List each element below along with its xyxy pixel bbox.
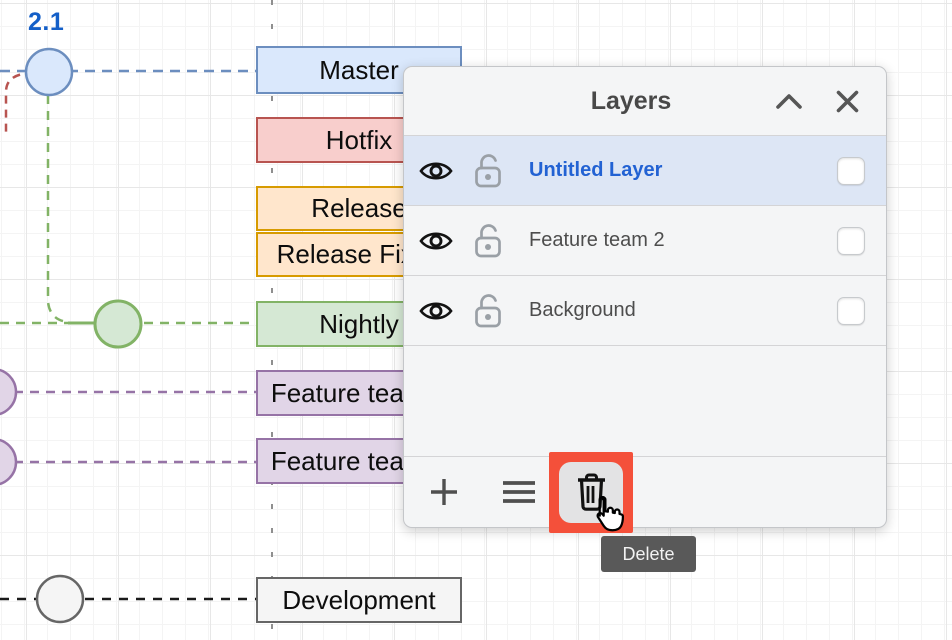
delete-tooltip: Delete bbox=[601, 536, 696, 572]
layer-row-background[interactable]: Background bbox=[404, 276, 886, 346]
layer-row-feature-team-2[interactable]: Feature team 2 bbox=[404, 206, 886, 276]
panel-title: Layers bbox=[591, 87, 672, 116]
layers-panel: Layers Untitl bbox=[403, 66, 887, 528]
master-commit-node[interactable] bbox=[26, 49, 72, 95]
visibility-eye-icon[interactable] bbox=[419, 159, 453, 183]
branch-label: Development bbox=[282, 585, 435, 616]
layer-checkbox[interactable] bbox=[837, 227, 865, 255]
nightly-commit-node[interactable] bbox=[95, 301, 141, 347]
branch-label: Master bbox=[319, 55, 398, 86]
pointer-hand-icon bbox=[591, 495, 625, 533]
edit-layer-button[interactable] bbox=[501, 478, 537, 506]
branch-label: Release bbox=[311, 193, 406, 224]
feature1-commit-node[interactable] bbox=[0, 369, 16, 415]
branch-box-development[interactable]: Development bbox=[256, 577, 462, 623]
add-layer-button[interactable] bbox=[428, 476, 460, 508]
feature2-commit-node[interactable] bbox=[0, 439, 16, 485]
menu-icon bbox=[501, 480, 537, 504]
layer-name: Feature team 2 bbox=[529, 229, 665, 252]
hand-cursor bbox=[591, 495, 625, 538]
layer-row-untitled-layer[interactable]: Untitled Layer bbox=[404, 136, 886, 206]
layers-panel-footer bbox=[404, 456, 886, 527]
visibility-eye-icon[interactable] bbox=[419, 299, 453, 323]
layer-name: Background bbox=[529, 299, 636, 322]
version-label: 2.1 bbox=[28, 8, 64, 37]
nightly-edge-vertical bbox=[48, 95, 68, 322]
close-panel-button[interactable] bbox=[830, 67, 864, 136]
visibility-eye-icon[interactable] bbox=[419, 229, 453, 253]
layer-name: Untitled Layer bbox=[529, 159, 662, 182]
layer-checkbox[interactable] bbox=[837, 297, 865, 325]
branch-label: Nightly bbox=[319, 309, 398, 340]
chevron-up-icon bbox=[775, 93, 803, 110]
layer-checkbox[interactable] bbox=[837, 157, 865, 185]
unlock-icon[interactable] bbox=[474, 223, 502, 258]
unlock-icon[interactable] bbox=[474, 293, 502, 328]
close-icon bbox=[835, 89, 860, 114]
development-commit-node[interactable] bbox=[37, 576, 83, 622]
diagram-canvas: 2.1 Master Hotfix Release Release Fixes … bbox=[0, 0, 952, 640]
plus-icon bbox=[429, 477, 459, 507]
unlock-icon[interactable] bbox=[474, 153, 502, 188]
branch-label: Hotfix bbox=[326, 125, 392, 156]
collapse-panel-button[interactable] bbox=[773, 67, 805, 136]
layers-panel-header[interactable]: Layers bbox=[404, 67, 886, 136]
